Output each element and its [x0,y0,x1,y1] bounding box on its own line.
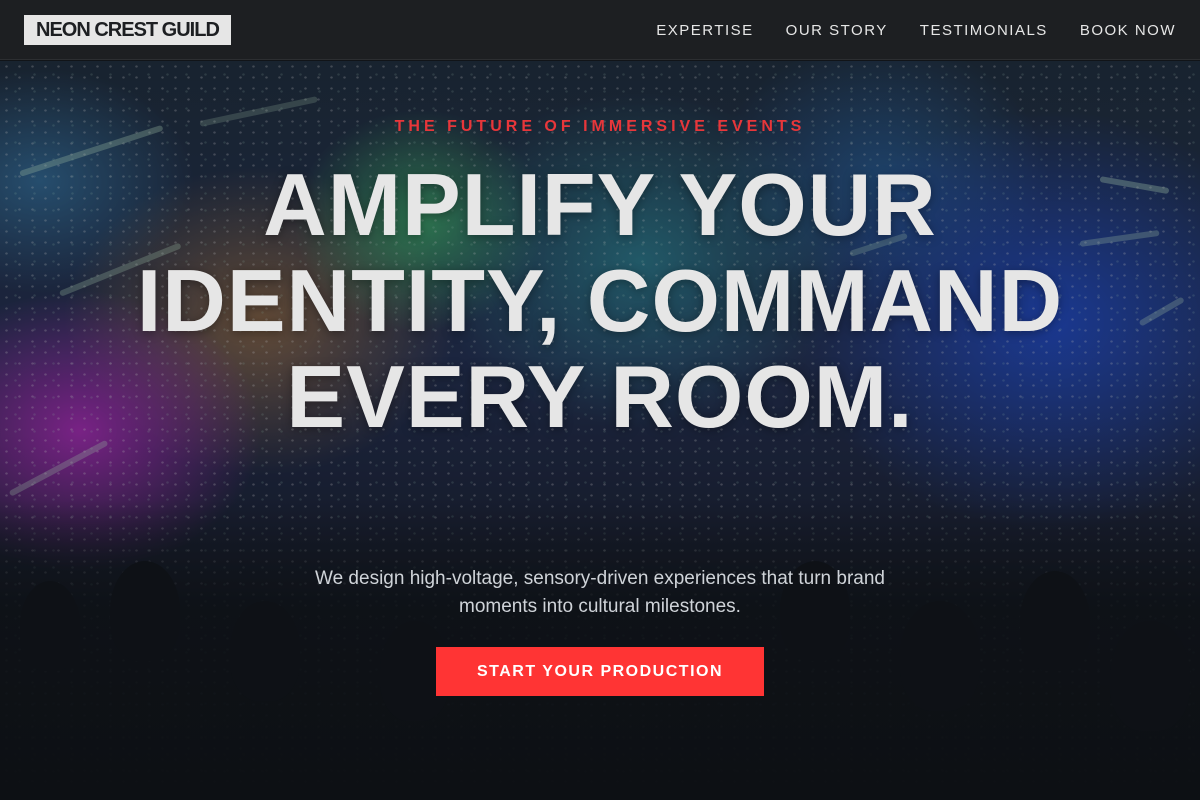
nav-link-our-story[interactable]: OUR STORY [786,22,888,39]
nav-link-testimonials[interactable]: TESTIMONIALS [920,22,1048,39]
site-header: NEON CREST GUILD EXPERTISE OUR STORY TES… [0,0,1200,60]
hero-headline: AMPLIFY YOUR IDENTITY, COMMAND EVERY ROO… [136,155,1064,446]
brand-logo[interactable]: NEON CREST GUILD [24,15,231,45]
nav-link-expertise[interactable]: EXPERTISE [656,22,753,39]
hero-section: THE FUTURE OF IMMERSIVE EVENTS AMPLIFY Y… [0,61,1200,800]
hero-subheadline: We design high-voltage, sensory-driven e… [315,568,885,617]
main-nav: EXPERTISE OUR STORY TESTIMONIALS BOOK NO… [656,0,1176,60]
nav-link-book-now[interactable]: BOOK NOW [1080,22,1176,39]
start-production-button[interactable]: START YOUR PRODUCTION [436,647,764,696]
hero-eyebrow: THE FUTURE OF IMMERSIVE EVENTS [394,118,806,135]
